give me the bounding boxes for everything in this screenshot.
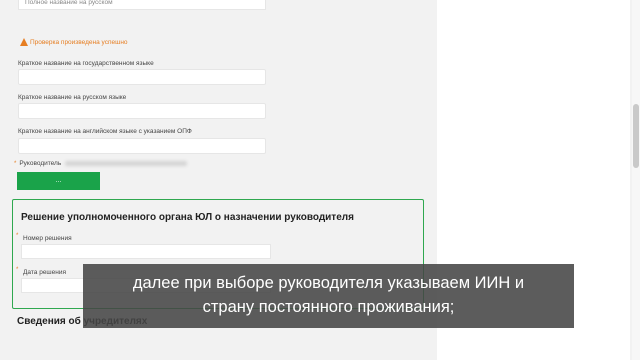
decision-number-label: Номер решения (23, 235, 72, 242)
short-name-ru-input[interactable] (18, 103, 266, 119)
success-text: Проверка произведена успешно (30, 38, 128, 46)
subtitle-line-1: далее при выборе руководителя указываем … (132, 274, 525, 292)
page-scrollbar[interactable] (632, 0, 640, 360)
warning-icon (20, 38, 28, 46)
full-name-field[interactable]: Полное название на русском (18, 0, 266, 10)
required-asterisk: * (14, 160, 17, 167)
subtitle-line-2: страну постоянного проживания; (202, 298, 455, 316)
decision-number-input[interactable] (21, 244, 271, 259)
required-asterisk: * (16, 267, 19, 273)
head-row: * Руководитель (14, 160, 188, 167)
short-name-ru-label: Краткое название на русском языке (18, 94, 127, 101)
head-name-redacted (65, 161, 188, 166)
short-name-state-input[interactable] (18, 69, 266, 85)
short-name-en-input[interactable] (18, 138, 266, 154)
check-success-message: Проверка произведена успешно (20, 38, 128, 46)
head-label: Руководитель (19, 160, 62, 167)
decision-title: Решение уполномоченного органа ЮЛ о назн… (21, 212, 354, 223)
short-name-state-label: Краткое название на государственном язык… (18, 60, 154, 67)
required-asterisk: * (16, 233, 19, 239)
select-head-button[interactable]: ... (17, 172, 100, 190)
scrollbar-thumb[interactable] (633, 104, 639, 168)
short-name-en-label: Краткое название на английском языке с у… (18, 128, 192, 135)
video-subtitle: далее при выборе руководителя указываем … (83, 264, 574, 328)
decision-date-label: Дата решения (23, 269, 66, 276)
